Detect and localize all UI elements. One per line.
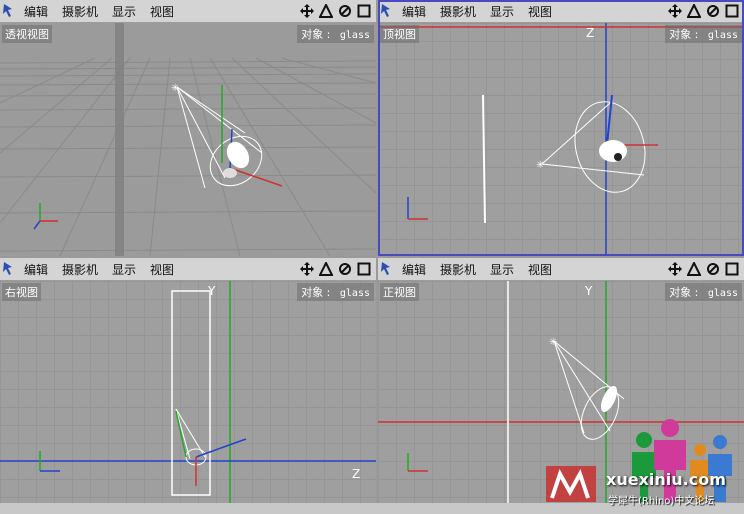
menu-display[interactable]: 显示 [112,3,136,20]
move-icon[interactable] [667,3,683,19]
menu-edit[interactable]: 编辑 [24,3,48,20]
rotate-icon[interactable] [318,3,334,19]
menu-camera[interactable]: 摄影机 [440,3,476,20]
viewport-menubar: 编辑 摄影机 显示 视图 [0,0,376,23]
menu-camera[interactable]: 摄影机 [62,261,98,278]
maximize-icon[interactable] [356,261,372,277]
object-label: 对象 : [301,286,331,299]
viewport-menubar: 编辑 摄影机 显示 视图 [378,0,744,23]
object-info: 对象 : glass [297,25,374,43]
menu-view[interactable]: 视图 [150,261,174,278]
object-info: 对象 : glass [297,283,374,301]
menu-camera[interactable]: 摄影机 [440,261,476,278]
scale-icon[interactable] [337,3,353,19]
menu-view[interactable]: 视图 [528,261,552,278]
object-name: glass [707,30,738,41]
svg-text:✳: ✳ [536,160,544,171]
right-viewport[interactable]: Y Z 右视图 对象 : glass [0,281,376,504]
top-viewport[interactable]: ✳ Z 顶视图 对象 : glass [378,23,744,256]
viewport-label: 顶视图 [380,25,419,43]
watermark-site: xuexiniu.com [606,470,726,489]
object-name: glass [339,30,370,41]
menu-edit[interactable]: 编辑 [402,261,426,278]
viewport-top-pane: 编辑 摄影机 显示 视图 ✳ Z 顶视图 对象: glass [378,0,744,256]
viewport-label: 右视图 [2,283,41,301]
viewport-menubar: 编辑 摄影机 显示 视图 [378,258,744,281]
menu-view[interactable]: 视图 [150,3,174,20]
rotate-icon[interactable] [318,261,334,277]
viewport-label: 正视图 [380,283,419,301]
viewport-label: 透视视图 [2,25,52,43]
svg-text:✳: ✳ [549,337,557,348]
watermark-subtitle: 学犀牛(Rhino)中文论坛 [608,496,715,507]
scale-icon[interactable] [705,3,721,19]
camera-tool-icon[interactable] [378,0,402,22]
object-name: glass [707,288,738,299]
menu-view[interactable]: 视图 [528,3,552,20]
menu-display[interactable]: 显示 [112,261,136,278]
scale-icon[interactable] [337,261,353,277]
object-label: 对象 : [301,28,331,41]
viewport-right-pane: 编辑 摄影机 显示 视图 Y Z 右视图 对象: glass [0,258,376,504]
rotate-icon[interactable] [686,3,702,19]
top-grid: ✳ [378,23,744,256]
object-info: 对象 : glass [665,25,742,43]
object-name: glass [339,288,370,299]
perspective-grid: ✳ [0,23,376,256]
axis-y-label: Y [585,284,593,298]
menu-edit[interactable]: 编辑 [24,261,48,278]
rotate-icon[interactable] [686,261,702,277]
menu-display[interactable]: 显示 [490,3,514,20]
move-icon[interactable] [299,261,315,277]
axis-y-label: Y [208,284,216,298]
svg-text:✳: ✳ [171,83,179,94]
maximize-icon[interactable] [724,3,740,19]
scale-icon[interactable] [705,261,721,277]
axis-z-label: Z [586,26,595,40]
menu-edit[interactable]: 编辑 [402,3,426,20]
watermark-logo: xuexiniu.com 学犀牛(Rhino)中文论坛 [540,418,744,508]
maximize-icon[interactable] [724,261,740,277]
object-label: 对象 : [669,28,699,41]
move-icon[interactable] [299,3,315,19]
camera-tool-icon[interactable] [378,258,402,280]
move-icon[interactable] [667,261,683,277]
perspective-viewport[interactable]: ✳ 透视视图 对象 : glass [0,23,376,256]
menu-display[interactable]: 显示 [490,261,514,278]
menu-camera[interactable]: 摄影机 [62,3,98,20]
camera-tool-icon[interactable] [0,0,24,22]
object-label: 对象 : [669,286,699,299]
camera-tool-icon[interactable] [0,258,24,280]
right-grid [0,281,376,504]
axis-z-label: Z [352,467,361,481]
viewport-perspective-pane: 编辑 摄影机 显示 视图 ✳ 透视视图 对象: glass [0,0,376,256]
object-info: 对象 : glass [665,283,742,301]
maximize-icon[interactable] [356,3,372,19]
viewport-menubar: 编辑 摄影机 显示 视图 [0,258,376,281]
